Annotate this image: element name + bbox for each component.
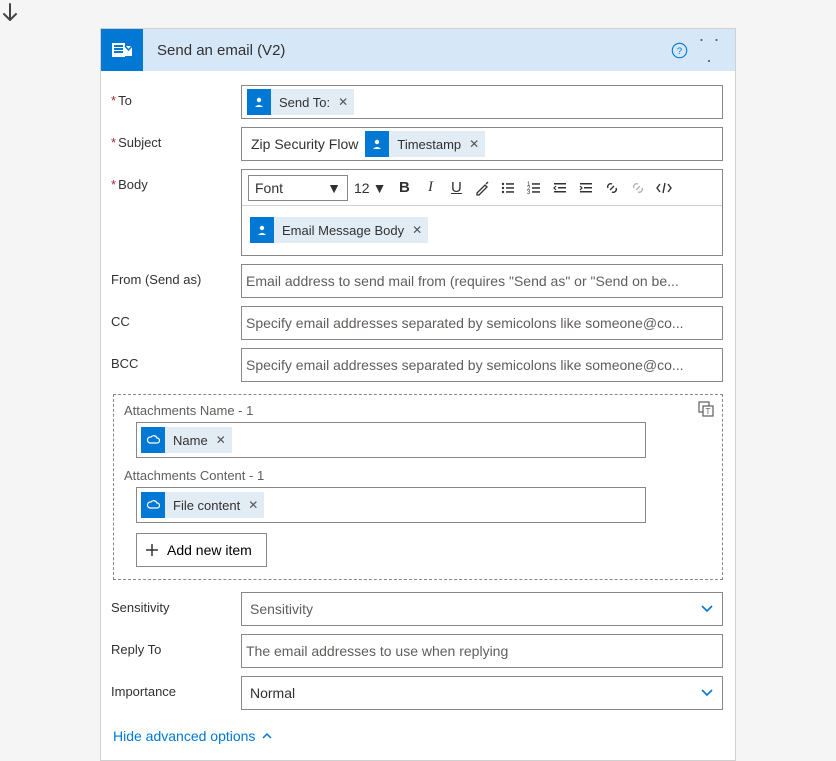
token-remove-icon[interactable]: ✕ — [469, 137, 479, 151]
flow-arrow-down — [0, 0, 836, 28]
code-view-button[interactable] — [652, 176, 676, 200]
label-body: *Body — [111, 169, 241, 192]
bullet-list-button[interactable] — [496, 176, 520, 200]
from-input[interactable] — [242, 266, 722, 296]
bcc-field[interactable] — [241, 348, 723, 382]
highlight-button[interactable] — [470, 176, 494, 200]
font-select[interactable]: Font ▼ — [248, 175, 348, 201]
token-label: Email Message Body — [282, 223, 404, 238]
reply-to-input[interactable] — [242, 636, 722, 666]
onedrive-icon — [141, 492, 165, 518]
chevron-down-icon — [700, 604, 714, 614]
cc-input[interactable] — [242, 308, 722, 338]
label-sensitivity: Sensitivity — [111, 592, 241, 615]
plus-icon — [145, 543, 159, 557]
label-bcc: BCC — [111, 348, 241, 371]
importance-dropdown[interactable]: Normal — [241, 676, 723, 710]
attachments-content-field[interactable]: File content ✕ — [136, 487, 646, 523]
token-remove-icon[interactable]: ✕ — [248, 498, 258, 512]
hide-advanced-toggle[interactable]: Hide advanced options — [101, 714, 285, 760]
bold-button[interactable]: B — [392, 176, 416, 200]
unlink-button[interactable] — [626, 176, 650, 200]
dynamic-content-icon — [250, 217, 274, 243]
attachments-group: T Attachments Name - 1 Name ✕ Attachment… — [113, 394, 723, 580]
token-file-content[interactable]: File content ✕ — [141, 492, 264, 518]
body-field: Font ▼ 12 ▼ B I U 123 — [241, 169, 723, 256]
importance-value: Normal — [250, 685, 295, 701]
token-send-to[interactable]: Send To: ✕ — [247, 89, 354, 115]
add-new-item-button[interactable]: Add new item — [136, 533, 267, 567]
from-field[interactable] — [241, 264, 723, 298]
label-cc: CC — [111, 306, 241, 329]
italic-button[interactable]: I — [418, 176, 442, 200]
cc-field[interactable] — [241, 306, 723, 340]
token-remove-icon[interactable]: ✕ — [338, 95, 348, 109]
body-editor[interactable]: Email Message Body ✕ — [242, 209, 722, 255]
token-label: Name — [173, 433, 208, 448]
to-field[interactable]: Send To: ✕ — [241, 85, 723, 119]
label-importance: Importance — [111, 676, 241, 699]
underline-button[interactable]: U — [444, 176, 468, 200]
token-label: File content — [173, 498, 240, 513]
token-name[interactable]: Name ✕ — [141, 427, 232, 453]
token-timestamp[interactable]: Timestamp ✕ — [365, 131, 485, 157]
label-to: *To — [111, 85, 241, 108]
chevron-down-icon — [700, 688, 714, 698]
action-card-send-email: Send an email (V2) ? · · · *To Send To: … — [100, 28, 736, 761]
reply-to-field[interactable] — [241, 634, 723, 668]
help-icon[interactable]: ? — [671, 42, 697, 59]
numbered-list-button[interactable]: 123 — [522, 176, 546, 200]
outlook-icon — [101, 29, 143, 71]
add-item-label: Add new item — [167, 542, 252, 558]
link-button[interactable] — [600, 176, 624, 200]
token-email-body[interactable]: Email Message Body ✕ — [250, 217, 428, 243]
sensitivity-dropdown[interactable]: Sensitivity — [241, 592, 723, 626]
token-remove-icon[interactable]: ✕ — [412, 223, 422, 237]
label-subject: *Subject — [111, 127, 241, 150]
more-options-icon[interactable]: · · · — [697, 29, 723, 71]
attachments-name-label: Attachments Name - 1 — [124, 403, 712, 418]
token-label: Send To: — [279, 95, 330, 110]
subject-field[interactable]: Zip Security Flow Timestamp ✕ — [241, 127, 723, 161]
rich-text-toolbar: Font ▼ 12 ▼ B I U 123 — [242, 170, 722, 206]
outdent-button[interactable] — [548, 176, 572, 200]
hide-advanced-label: Hide advanced options — [113, 728, 255, 744]
font-size-select[interactable]: 12 ▼ — [350, 175, 390, 201]
token-label: Timestamp — [397, 137, 461, 152]
chevron-down-icon: ▼ — [373, 180, 387, 196]
chevron-down-icon: ▼ — [327, 180, 341, 196]
token-remove-icon[interactable]: ✕ — [216, 433, 226, 447]
svg-text:3: 3 — [527, 190, 531, 196]
label-from: From (Send as) — [111, 264, 241, 287]
attachments-name-field[interactable]: Name ✕ — [136, 422, 646, 458]
svg-text:?: ? — [677, 45, 682, 55]
onedrive-icon — [141, 427, 165, 453]
dynamic-content-icon — [247, 89, 271, 115]
card-title: Send an email (V2) — [143, 42, 671, 59]
label-reply-to: Reply To — [111, 634, 241, 657]
indent-button[interactable] — [574, 176, 598, 200]
chevron-up-icon — [261, 732, 273, 740]
attachments-content-label: Attachments Content - 1 — [124, 468, 712, 483]
dynamic-content-icon — [365, 131, 389, 157]
svg-text:T: T — [706, 407, 711, 416]
switch-array-icon[interactable]: T — [698, 401, 714, 417]
bcc-input[interactable] — [242, 350, 722, 380]
subject-text: Zip Security Flow — [251, 136, 358, 152]
sensitivity-placeholder: Sensitivity — [250, 601, 313, 617]
card-header: Send an email (V2) ? · · · — [101, 29, 735, 71]
